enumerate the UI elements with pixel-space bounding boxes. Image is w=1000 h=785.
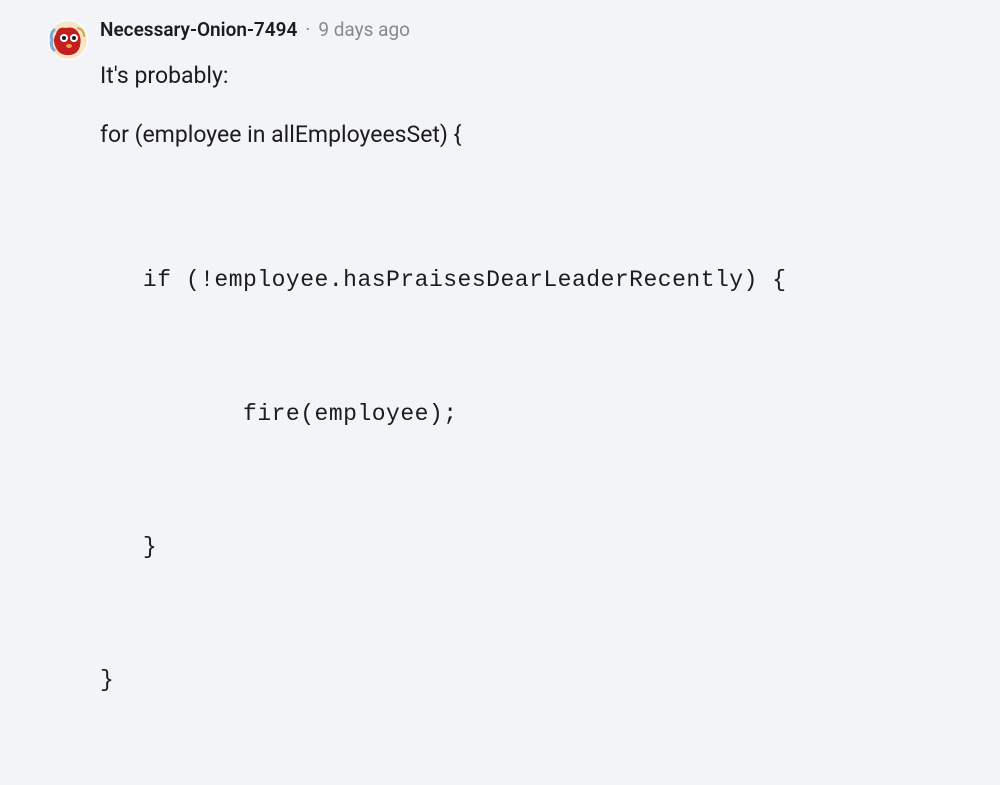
code-line: fire(employee); (100, 385, 952, 445)
code-block: if (!employee.hasPraisesDearLeaderRecent… (100, 178, 952, 785)
comment-header: Necessary-Onion-7494 · 9 days ago (100, 18, 952, 41)
username[interactable]: Necessary-Onion-7494 (100, 18, 297, 41)
code-line: if (!employee.hasPraisesDearLeaderRecent… (100, 251, 952, 311)
comment-content: Necessary-Onion-7494 · 9 days ago It's p… (100, 18, 952, 785)
body-for-line: for (employee in allEmployeesSet) { (100, 118, 952, 151)
timestamp[interactable]: 9 days ago (318, 18, 410, 41)
code-line: } (100, 518, 952, 578)
code-line: } (100, 651, 952, 711)
comment: Necessary-Onion-7494 · 9 days ago It's p… (48, 18, 952, 785)
separator: · (305, 18, 310, 41)
body-intro-line: It's probably: (100, 59, 952, 92)
avatar[interactable] (48, 20, 88, 60)
avatar-image (48, 20, 88, 60)
comment-body: It's probably: for (employee in allEmplo… (100, 59, 952, 785)
